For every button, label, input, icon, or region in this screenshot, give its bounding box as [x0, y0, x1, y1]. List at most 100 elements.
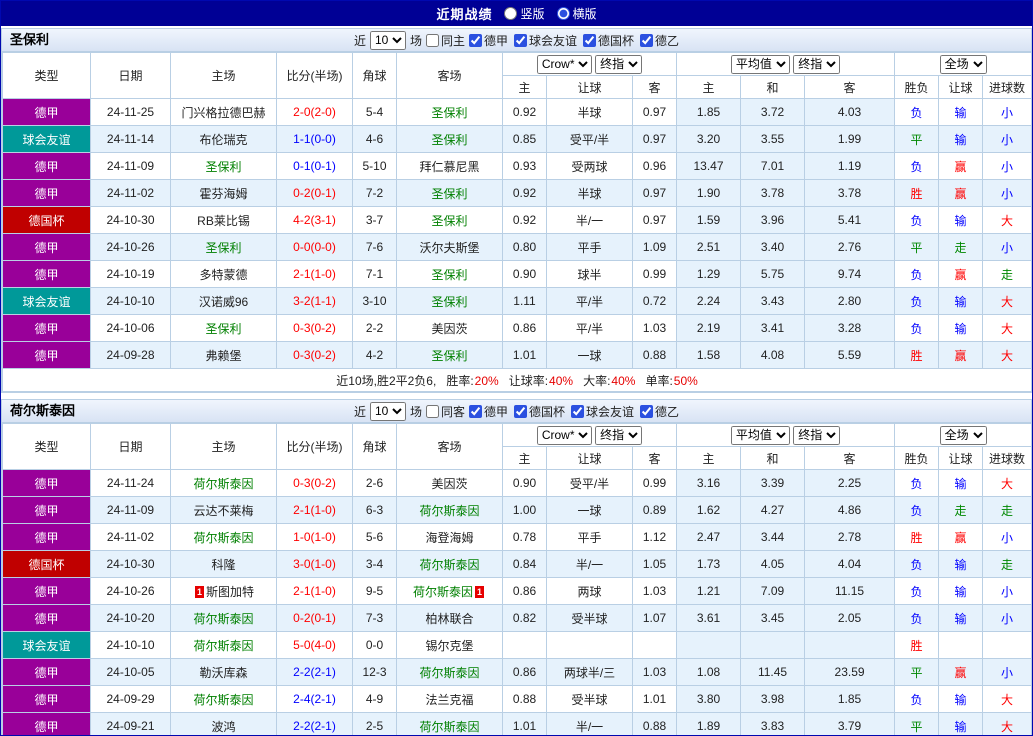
away-team-name[interactable]: 法兰克福: [425, 693, 473, 707]
league-cell: 德甲: [2, 523, 91, 551]
away-team-name[interactable]: 柏林联合: [425, 612, 473, 626]
league-checkbox[interactable]: [468, 404, 482, 418]
result-goals: 大: [982, 685, 1032, 713]
home-team-name[interactable]: 荷尔斯泰因: [193, 612, 253, 626]
match-date: 24-09-21: [90, 712, 171, 735]
avg-draw: 4.08: [740, 341, 806, 369]
same-venue-checkbox[interactable]: [425, 33, 439, 47]
layout-option-horizontal[interactable]: 横版: [556, 5, 597, 22]
result-outcome: 平: [894, 125, 940, 153]
near-label: 近: [353, 33, 366, 48]
league-checkbox[interactable]: [583, 33, 597, 47]
home-team-name[interactable]: 多特蒙德: [199, 268, 247, 282]
result-goals: 小: [982, 658, 1032, 686]
result-handicap: 输: [938, 287, 984, 315]
league-filter[interactable]: 德国杯: [514, 403, 565, 420]
match-score: 2-1(1-0): [276, 577, 353, 605]
away-team-name[interactable]: 拜仁慕尼黑: [419, 160, 479, 174]
odds-away: 0.96: [631, 152, 678, 180]
bookmaker-select[interactable]: Crow*: [536, 54, 592, 74]
home-team-name[interactable]: 荷尔斯泰因: [193, 693, 253, 707]
away-team-name[interactable]: 圣保利: [431, 295, 467, 309]
away-team-name[interactable]: 圣保利: [431, 106, 467, 120]
away-team-name[interactable]: 海登海姆: [425, 531, 473, 545]
home-team-name[interactable]: 圣保利: [205, 322, 241, 336]
league-label: 德甲: [34, 240, 59, 255]
league-filter[interactable]: 球会友谊: [571, 403, 634, 420]
subcol-handicap: 让球: [938, 75, 984, 99]
league-checkbox[interactable]: [640, 404, 654, 418]
avg-source-select[interactable]: 平均值: [730, 425, 790, 445]
odds-stage-select[interactable]: 终指: [595, 54, 643, 74]
avg-stage-select[interactable]: 终指: [793, 425, 841, 445]
away-team-name[interactable]: 荷尔斯泰因: [419, 504, 479, 518]
home-team-name[interactable]: 布伦瑞克: [199, 133, 247, 147]
league-filter[interactable]: 德国杯: [583, 32, 634, 49]
home-team-name[interactable]: 科隆: [211, 558, 235, 572]
away-team-name[interactable]: 圣保利: [431, 349, 467, 363]
fulltime-select[interactable]: 全场: [939, 425, 987, 445]
home-team-name[interactable]: 弗赖堡: [205, 349, 241, 363]
same-venue-filter[interactable]: 同客: [425, 403, 465, 420]
home-team-name[interactable]: 斯图加特: [206, 585, 254, 599]
avg-draw: 3.40: [740, 233, 806, 261]
home-team-name[interactable]: 荷尔斯泰因: [193, 531, 253, 545]
avg-away: 2.05: [804, 604, 896, 632]
home-team-name[interactable]: 荷尔斯泰因: [193, 477, 253, 491]
home-team-name[interactable]: 门兴格拉德巴赫: [181, 106, 265, 120]
home-team-name[interactable]: 汉诺威96: [199, 295, 248, 309]
avg-draw: 3.78: [740, 179, 806, 207]
subcol-goals: 进球数: [982, 446, 1032, 470]
odds-stage-select[interactable]: 终指: [595, 425, 643, 445]
away-team-name[interactable]: 圣保利: [431, 187, 467, 201]
away-team-name[interactable]: 圣保利: [431, 133, 467, 147]
league-checkbox[interactable]: [571, 404, 585, 418]
home-team-name[interactable]: 霍芬海姆: [199, 187, 247, 201]
away-team-name[interactable]: 美因茨: [431, 322, 467, 336]
home-team-name[interactable]: 圣保利: [205, 160, 241, 174]
match-score: 0-1(0-1): [276, 152, 353, 180]
home-team-name[interactable]: 云达不莱梅: [193, 504, 253, 518]
match-date: 24-10-05: [90, 658, 171, 686]
avg-draw: 3.41: [740, 314, 806, 342]
home-team-name[interactable]: 波鸿: [211, 720, 235, 734]
league-filter[interactable]: 球会友谊: [514, 32, 577, 49]
away-team-name[interactable]: 荷尔斯泰因: [413, 585, 473, 599]
home-team-name[interactable]: 圣保利: [205, 241, 241, 255]
same-venue-filter[interactable]: 同主: [425, 32, 465, 49]
league-filter[interactable]: 德乙: [640, 403, 679, 420]
home-team-name[interactable]: 勒沃库森: [199, 666, 247, 680]
league-checkbox[interactable]: [468, 33, 482, 47]
away-team-name[interactable]: 圣保利: [431, 268, 467, 282]
away-team-name[interactable]: 荷尔斯泰因: [419, 558, 479, 572]
away-team-name[interactable]: 荷尔斯泰因: [419, 720, 479, 734]
league-filter[interactable]: 德甲: [468, 403, 508, 420]
top-bar: 近期战绩 竖版 横版: [1, 1, 1032, 26]
avg-source-select[interactable]: 平均值: [730, 54, 790, 74]
handicap-line: 一球: [546, 496, 633, 524]
home-team-name[interactable]: RB莱比锡: [197, 214, 250, 228]
layout-option-vertical[interactable]: 竖版: [504, 5, 545, 22]
layout-radio[interactable]: [556, 7, 570, 20]
league-checkbox[interactable]: [514, 404, 527, 418]
away-team-name[interactable]: 美因茨: [431, 477, 467, 491]
avg-draw: 3.39: [740, 469, 806, 497]
home-team-name[interactable]: 荷尔斯泰因: [193, 639, 253, 653]
league-filter[interactable]: 德甲: [468, 32, 508, 49]
result-outcome: 平: [894, 658, 940, 686]
league-filter[interactable]: 德乙: [640, 32, 679, 49]
league-checkbox[interactable]: [640, 33, 654, 47]
away-team-name[interactable]: 荷尔斯泰因: [419, 666, 479, 680]
layout-radio[interactable]: [504, 7, 518, 20]
away-team-name[interactable]: 沃尔夫斯堡: [419, 241, 479, 255]
bookmaker-select[interactable]: Crow*: [536, 425, 592, 445]
match-score: 1-0(1-0): [276, 523, 353, 551]
league-checkbox[interactable]: [514, 33, 527, 47]
fulltime-select[interactable]: 全场: [939, 54, 987, 74]
same-venue-checkbox[interactable]: [425, 404, 439, 418]
away-team-name[interactable]: 圣保利: [431, 214, 467, 228]
rounds-select[interactable]: 10: [369, 401, 406, 421]
away-team-name[interactable]: 锡尔克堡: [425, 639, 473, 653]
avg-stage-select[interactable]: 终指: [793, 54, 841, 74]
rounds-select[interactable]: 10: [369, 30, 406, 50]
